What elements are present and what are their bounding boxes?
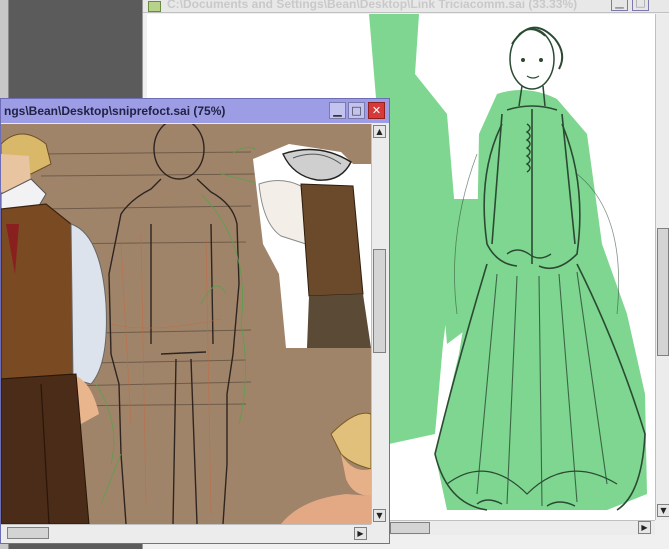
front-canvas-artwork[interactable] (1, 124, 371, 524)
back-scroll-down-button[interactable]: ▼ (657, 504, 669, 517)
back-horizontal-scroll-thumb[interactable] (390, 522, 430, 534)
reference-vest (300, 183, 364, 297)
front-maximize-button[interactable]: □ (348, 102, 365, 119)
front-window-title-bar[interactable]: ngs\Bean\Desktop\sniprefoct.sai (75%) ▁ … (1, 99, 389, 123)
front-scroll-up-button[interactable]: ▲ (373, 125, 386, 138)
back-window-icon (148, 1, 161, 12)
back-window-title-bar[interactable]: C:\Documents and Settings\Bean\Desktop\L… (143, 0, 669, 13)
front-close-button[interactable]: ✕ (368, 102, 385, 119)
front-horizontal-scroll-thumb[interactable] (7, 527, 49, 539)
front-vertical-scroll-thumb[interactable] (373, 249, 386, 353)
back-vertical-scrollbar[interactable]: ▼ (655, 14, 669, 520)
front-minimize-button[interactable]: ▁ (329, 102, 346, 119)
front-vertical-scrollbar[interactable]: ▲ ▼ (371, 124, 388, 524)
front-canvas-window[interactable]: ngs\Bean\Desktop\sniprefoct.sai (75%) ▁ … (0, 98, 390, 544)
front-window-title: ngs\Bean\Desktop\sniprefoct.sai (75%) (4, 104, 226, 118)
front-horizontal-scrollbar[interactable]: ▶ (1, 524, 371, 542)
front-scroll-down-button[interactable]: ▼ (373, 509, 386, 522)
back-maximize-button[interactable]: □ (632, 0, 649, 11)
front-scroll-right-button[interactable]: ▶ (354, 527, 367, 540)
reference-trousers (307, 294, 371, 348)
back-vertical-scroll-thumb[interactable] (657, 228, 669, 356)
back-minimize-button[interactable]: ▁ (611, 0, 628, 11)
back-window-title: C:\Documents and Settings\Bean\Desktop\L… (167, 0, 578, 11)
back-scroll-right-button[interactable]: ▶ (638, 521, 651, 534)
